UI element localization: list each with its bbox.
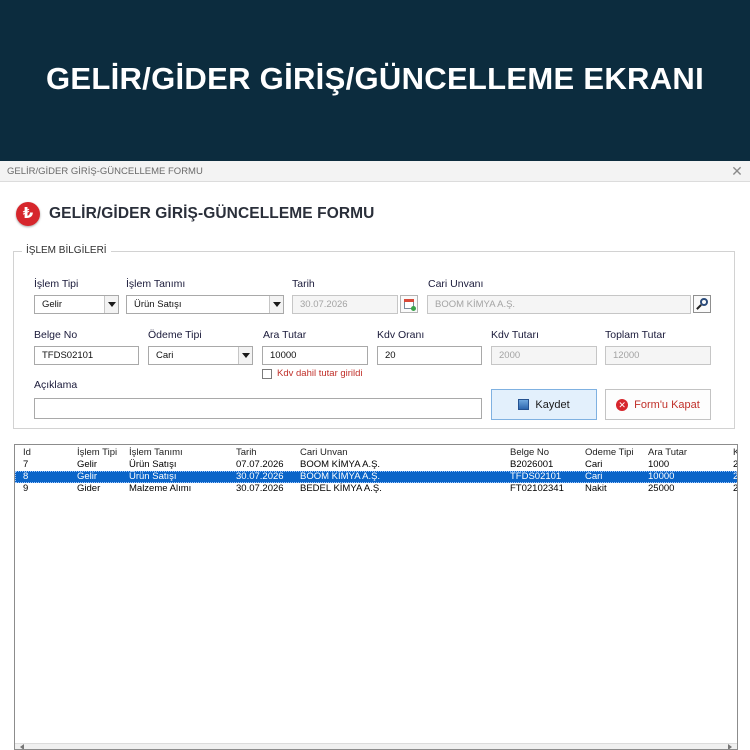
- table-row-selected[interactable]: 8 Gelir Ürün Satışı 30.07.2026 BOOM KİMY…: [15, 471, 738, 483]
- calendar-icon[interactable]: [400, 295, 418, 313]
- label-belge-no: Belge No: [34, 329, 78, 341]
- cell-islem-tipi: Gider: [77, 483, 101, 494]
- close-icon: ✕: [616, 398, 629, 411]
- chevron-down-icon[interactable]: [238, 347, 252, 364]
- save-button[interactable]: Kaydet: [491, 389, 597, 420]
- belge-no-value: TFDS02101: [42, 350, 94, 361]
- label-kdv-orani: Kdv Oranı: [377, 329, 425, 341]
- col-kdv[interactable]: K: [733, 447, 737, 459]
- col-ara-tutar[interactable]: Ara Tutar: [648, 447, 687, 459]
- scroll-left-icon[interactable]: [20, 744, 24, 749]
- cell-belge-no: TFDS02101: [510, 471, 562, 482]
- cell-tarih: 30.07.2026: [236, 483, 284, 494]
- cell-belge-no: FT02102341: [510, 483, 564, 494]
- label-cari-unvani: Cari Unvanı: [428, 278, 484, 290]
- cell-id: 7: [23, 459, 29, 470]
- horizontal-scrollbar[interactable]: [15, 743, 737, 749]
- col-islem-tanimi[interactable]: İşlem Tanımı: [129, 447, 183, 459]
- cell-cari-unvan: BOOM KİMYA A.Ş.: [300, 471, 381, 482]
- cell-kdv: 2: [733, 471, 738, 482]
- form-window: GELİR/GİDER GİRİŞ-GÜNCELLEME FORMU ✕ ₺ G…: [0, 161, 750, 750]
- cell-cari-unvan: BEDEL KİMYA A.Ş.: [300, 483, 382, 494]
- cari-unvani-value: BOOM KİMYA A.Ş.: [435, 299, 516, 310]
- save-icon: [518, 399, 530, 410]
- cell-kdv: 2: [733, 483, 738, 494]
- cell-islem-tanimi: Ürün Satışı: [129, 459, 177, 470]
- ara-tutar-value: 10000: [270, 350, 297, 361]
- label-toplam-tutar: Toplam Tutar: [605, 329, 666, 341]
- banner: GELİR/GİDER GİRİŞ/GÜNCELLEME EKRANI: [0, 0, 750, 160]
- kdv-tutari-field[interactable]: 2000: [491, 346, 597, 365]
- cell-ara-tutar: 25000: [648, 483, 675, 494]
- kdv-included-label: Kdv dahil tutar girildi: [277, 368, 363, 379]
- islem-tanimi-value: Ürün Satışı: [134, 299, 182, 310]
- cell-odeme-tipi: Nakit: [585, 483, 607, 494]
- cell-cari-unvan: BOOM KİMYA A.Ş.: [300, 459, 381, 470]
- cell-id: 9: [23, 483, 29, 494]
- col-cari-unvan[interactable]: Cari Unvan: [300, 447, 348, 459]
- cell-tarih: 30.07.2026: [236, 471, 284, 482]
- odeme-tipi-select[interactable]: Cari: [148, 346, 253, 365]
- cell-belge-no: B2026001: [510, 459, 554, 470]
- aciklama-input[interactable]: [34, 398, 482, 419]
- kdv-tutari-value: 2000: [499, 350, 521, 361]
- window-titlebar: GELİR/GİDER GİRİŞ-GÜNCELLEME FORMU ✕: [0, 161, 750, 182]
- cell-islem-tanimi: Malzeme Alımı: [129, 483, 192, 494]
- cell-id: 8: [23, 471, 29, 482]
- islem-tanimi-select[interactable]: Ürün Satışı: [126, 295, 284, 314]
- chevron-down-icon[interactable]: [269, 296, 283, 313]
- window-title: GELİR/GİDER GİRİŞ-GÜNCELLEME FORMU: [7, 166, 203, 177]
- cell-odeme-tipi: Cari: [585, 459, 603, 470]
- cari-unvani-field[interactable]: BOOM KİMYA A.Ş.: [427, 295, 691, 314]
- col-odeme-tipi[interactable]: Odeme Tipi: [585, 447, 634, 459]
- ara-tutar-input[interactable]: 10000: [262, 346, 368, 365]
- col-belge-no[interactable]: Belge No: [510, 447, 549, 459]
- cell-islem-tipi: Gelir: [77, 459, 98, 470]
- toplam-tutar-field[interactable]: 12000: [605, 346, 711, 365]
- table-row[interactable]: 9 Gider Malzeme Alımı 30.07.2026 BEDEL K…: [15, 483, 738, 495]
- col-tarih[interactable]: Tarih: [236, 447, 257, 459]
- close-form-button-label: Form'u Kapat: [634, 398, 700, 411]
- form-heading: GELİR/GİDER GİRİŞ-GÜNCELLEME FORMU: [49, 205, 375, 222]
- islem-tipi-select[interactable]: Gelir: [34, 295, 119, 314]
- col-id[interactable]: Id: [23, 447, 31, 459]
- transactions-listview[interactable]: Id İşlem Tipi İşlem Tanımı Tarih Cari Un…: [14, 444, 738, 750]
- tarih-value: 30.07.2026: [300, 299, 348, 310]
- save-button-label: Kaydet: [535, 398, 570, 411]
- cell-islem-tanimi: Ürün Satışı: [129, 471, 177, 482]
- table-row[interactable]: 7 Gelir Ürün Satışı 07.07.2026 BOOM KİMY…: [15, 459, 738, 471]
- cell-ara-tutar: 1000: [648, 459, 670, 470]
- search-icon[interactable]: [693, 295, 711, 313]
- cell-ara-tutar: 10000: [648, 471, 675, 482]
- scroll-right-icon[interactable]: [728, 744, 732, 749]
- cell-islem-tipi: Gelir: [77, 471, 98, 482]
- tarih-field[interactable]: 30.07.2026: [292, 295, 398, 314]
- cell-odeme-tipi: Cari: [585, 471, 603, 482]
- lira-icon: ₺: [16, 202, 40, 226]
- kdv-orani-input[interactable]: 20: [377, 346, 482, 365]
- label-tarih: Tarih: [292, 278, 315, 290]
- label-islem-tanimi: İşlem Tanımı: [126, 278, 186, 290]
- col-islem-tipi[interactable]: İşlem Tipi: [77, 447, 117, 459]
- cell-kdv: 2: [733, 459, 738, 470]
- label-aciklama: Açıklama: [34, 379, 78, 391]
- cell-tarih: 07.07.2026: [236, 459, 284, 470]
- label-ara-tutar: Ara Tutar: [263, 329, 307, 341]
- belge-no-input[interactable]: TFDS02101: [34, 346, 139, 365]
- label-kdv-tutari: Kdv Tutarı: [491, 329, 539, 341]
- banner-title: GELİR/GİDER GİRİŞ/GÜNCELLEME EKRANI: [45, 61, 705, 96]
- kdv-orani-value: 20: [385, 350, 396, 361]
- label-odeme-tipi: Ödeme Tipi: [148, 329, 202, 341]
- toplam-tutar-value: 12000: [613, 350, 640, 361]
- label-islem-tipi: İşlem Tipi: [34, 278, 79, 290]
- group-title: İŞLEM BİLGİLERİ: [22, 245, 111, 256]
- kdv-included-checkbox[interactable]: [262, 369, 272, 379]
- list-header: Id İşlem Tipi İşlem Tanımı Tarih Cari Un…: [15, 447, 737, 459]
- close-form-button[interactable]: ✕ Form'u Kapat: [605, 389, 711, 420]
- window-close-icon[interactable]: ✕: [729, 162, 745, 180]
- chevron-down-icon[interactable]: [104, 296, 118, 313]
